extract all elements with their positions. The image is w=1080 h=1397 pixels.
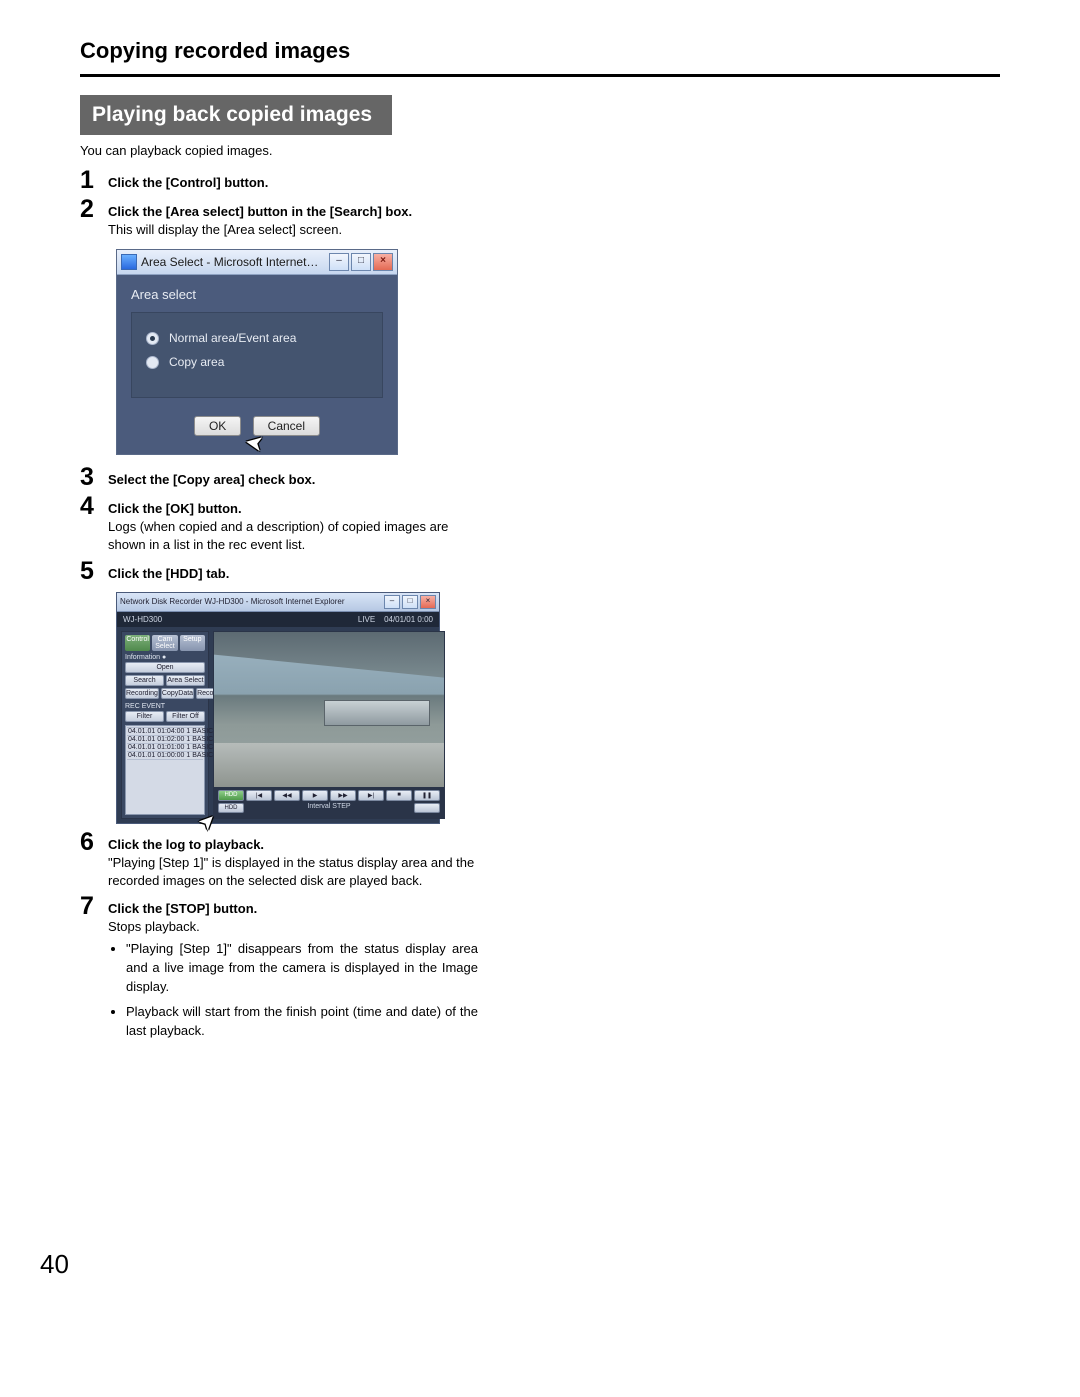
page-number: 40 bbox=[40, 1249, 69, 1280]
main-view: HDD |◀ ◀◀ ▶ ▶▶ ▶| ■ ❚❚ HDD Interval STEP bbox=[213, 631, 445, 819]
next-button[interactable]: ▶| bbox=[358, 790, 384, 801]
tab-control[interactable]: Control bbox=[125, 635, 150, 651]
log-row[interactable]: 04.01.01 01:01:00 1 BASIC SCH 0 bbox=[127, 744, 203, 752]
step-instruction: Select the [Copy area] check box. bbox=[108, 472, 315, 487]
bullet-item: "Playing [Step 1]" disappears from the s… bbox=[126, 940, 478, 997]
playback-controls: HDD |◀ ◀◀ ▶ ▶▶ ▶| ■ ❚❚ HDD Interval STEP bbox=[214, 787, 444, 818]
area-select-dialog: Area Select - Microsoft Internet… – □ × … bbox=[116, 249, 398, 455]
prev-button[interactable]: |◀ bbox=[246, 790, 272, 801]
video-panel bbox=[214, 632, 444, 787]
dialog-heading: Area select bbox=[131, 287, 383, 302]
step-number: 5 bbox=[80, 557, 108, 584]
stop-button[interactable]: ■ bbox=[386, 790, 412, 801]
search-button[interactable]: Search bbox=[125, 675, 164, 686]
step-bullet-list: "Playing [Step 1]" disappears from the s… bbox=[126, 940, 478, 1040]
section-title-bar: Playing back copied images bbox=[80, 95, 392, 135]
step-detail: Stops playback. bbox=[108, 919, 200, 934]
dialog-titlebar: Area Select - Microsoft Internet… – □ × bbox=[117, 250, 397, 275]
browser-title: Network Disk Recorder WJ-HD300 - Microso… bbox=[120, 597, 382, 606]
step-7: 7 Click the [STOP] button. Stops playbac… bbox=[80, 892, 1000, 1046]
minimize-button[interactable]: – bbox=[329, 253, 349, 271]
radio-group: Normal area/Event area Copy area bbox=[131, 312, 383, 398]
step-1: 1 Click the [Control] button. bbox=[80, 166, 1000, 193]
section-information: Information ● bbox=[125, 654, 205, 661]
model-label: WJ-HD300 bbox=[123, 615, 162, 624]
pause-button[interactable]: ❚❚ bbox=[414, 790, 440, 801]
interval-label: Interval STEP bbox=[307, 803, 350, 813]
step-detail: "Playing [Step 1]" is displayed in the s… bbox=[108, 855, 474, 888]
intro-text: You can playback copied images. bbox=[80, 143, 1000, 158]
step-6: 6 Click the log to playback. "Playing [S… bbox=[80, 828, 1000, 890]
step-number: 3 bbox=[80, 463, 108, 490]
tab-setup[interactable]: Setup bbox=[180, 635, 205, 651]
step-number: 4 bbox=[80, 492, 108, 519]
option-normal-area[interactable]: Normal area/Event area bbox=[146, 331, 368, 345]
recorder-browser-window: Network Disk Recorder WJ-HD300 - Microso… bbox=[116, 592, 440, 824]
step-4: 4 Click the [OK] button. Logs (when copi… bbox=[80, 492, 1000, 554]
option-copy-area[interactable]: Copy area bbox=[146, 355, 368, 369]
radio-icon[interactable] bbox=[146, 332, 159, 345]
close-button[interactable]: × bbox=[373, 253, 393, 271]
step-instruction: Click the log to playback. bbox=[108, 837, 264, 852]
step-instruction: Click the [HDD] tab. bbox=[108, 566, 229, 581]
step-instruction: Click the [OK] button. bbox=[108, 501, 242, 516]
step-instruction: Click the [STOP] button. bbox=[108, 901, 257, 916]
step-5: 5 Click the [HDD] tab. bbox=[80, 557, 1000, 584]
copydata-button[interactable]: CopyData bbox=[161, 688, 194, 699]
recording-button[interactable]: Recording bbox=[125, 688, 159, 699]
event-log-list[interactable]: 04.01.01 01:04:00 1 BASIC SCH 0 04.01.01… bbox=[125, 725, 205, 815]
filter-off-button[interactable]: Filter Off bbox=[166, 711, 205, 722]
step-detail: Logs (when copied and a description) of … bbox=[108, 519, 448, 552]
play-button[interactable]: ▶ bbox=[302, 790, 328, 801]
area-select-button[interactable]: Area Select bbox=[166, 675, 205, 686]
close-button[interactable]: × bbox=[420, 595, 436, 609]
ie-icon bbox=[121, 254, 137, 270]
bullet-item: Playback will start from the finish poin… bbox=[126, 1003, 478, 1041]
log-row[interactable]: 04.01.01 01:04:00 1 BASIC SCH 0 bbox=[127, 728, 203, 736]
ff-button[interactable]: ▶▶ bbox=[330, 790, 356, 801]
ok-button[interactable]: OK bbox=[194, 416, 241, 436]
extra-button[interactable] bbox=[414, 803, 440, 813]
rewind-button[interactable]: ◀◀ bbox=[274, 790, 300, 801]
status-right: 04/01/01 0:00 bbox=[384, 615, 433, 624]
section-rec-event: REC EVENT bbox=[125, 703, 205, 710]
minimize-button[interactable]: – bbox=[384, 595, 400, 609]
chapter-rule bbox=[80, 74, 1000, 77]
tab-cam-select[interactable]: Cam Select bbox=[152, 635, 177, 651]
log-row[interactable]: 04.01.01 01:00:00 1 BASIC SCH 0 bbox=[127, 752, 203, 760]
step-number: 2 bbox=[80, 195, 108, 222]
step-detail: This will display the [Area select] scre… bbox=[108, 222, 342, 237]
hdd-button[interactable]: HDD bbox=[218, 790, 244, 801]
filter-button[interactable]: Filter bbox=[125, 711, 164, 722]
option-label: Copy area bbox=[169, 355, 224, 369]
side-panel: Control Cam Select Setup Information ● O… bbox=[121, 631, 209, 819]
maximize-button[interactable]: □ bbox=[402, 595, 418, 609]
steps-list: 1 Click the [Control] button. 2 Click th… bbox=[80, 166, 1000, 1046]
dialog-title: Area Select - Microsoft Internet… bbox=[141, 255, 327, 269]
maximize-button[interactable]: □ bbox=[351, 253, 371, 271]
step-instruction: Click the [Control] button. bbox=[108, 175, 268, 190]
step-instruction: Click the [Area select] button in the [S… bbox=[108, 204, 412, 219]
browser-titlebar: Network Disk Recorder WJ-HD300 - Microso… bbox=[117, 593, 439, 612]
chapter-title: Copying recorded images bbox=[80, 38, 1000, 64]
step-number: 6 bbox=[80, 828, 108, 855]
cursor-icon: ➤ bbox=[243, 429, 266, 458]
step-number: 1 bbox=[80, 166, 108, 193]
option-label: Normal area/Event area bbox=[169, 331, 296, 345]
log-row[interactable]: 04.01.01 01:02:00 1 BASIC SCH 0 bbox=[127, 736, 203, 744]
step-3: 3 Select the [Copy area] check box. bbox=[80, 463, 1000, 490]
hdd-sub-button[interactable]: HDD bbox=[218, 803, 244, 813]
step-2: 2 Click the [Area select] button in the … bbox=[80, 195, 1000, 239]
step-number: 7 bbox=[80, 892, 108, 919]
radio-icon[interactable] bbox=[146, 356, 159, 369]
open-button[interactable]: Open bbox=[125, 662, 205, 673]
status-left: LIVE bbox=[358, 615, 375, 624]
